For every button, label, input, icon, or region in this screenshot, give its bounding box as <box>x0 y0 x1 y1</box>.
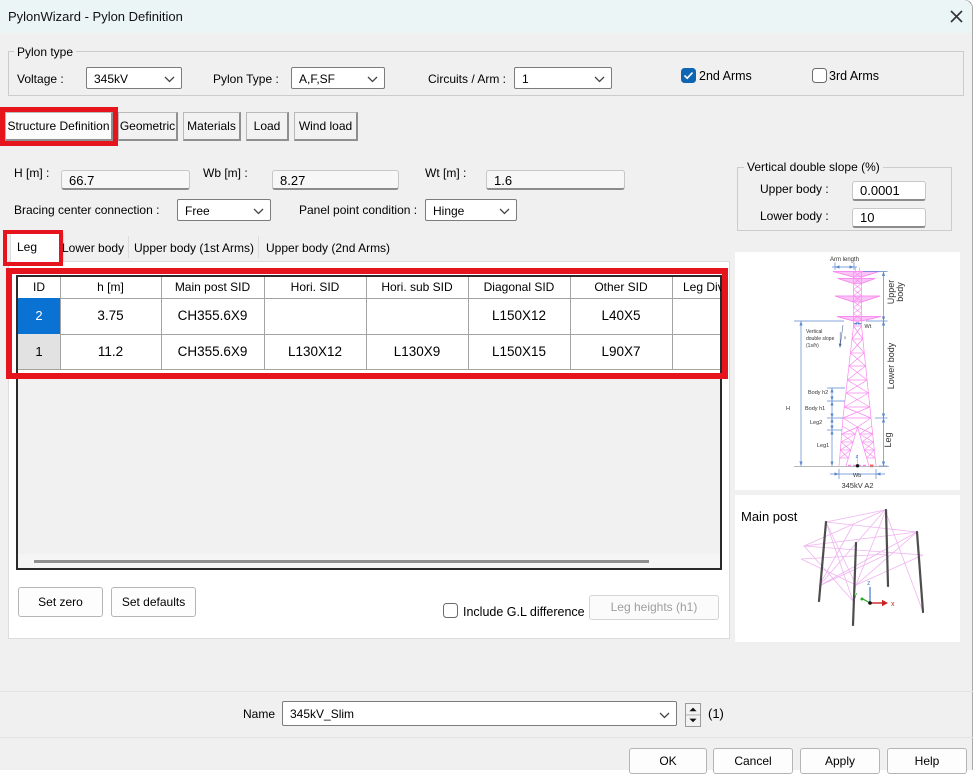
svg-text:z: z <box>867 580 871 587</box>
svg-text:Vertical: Vertical <box>806 329 822 335</box>
svg-text:Lower body: Lower body <box>886 342 896 389</box>
svg-text:Body h1: Body h1 <box>805 406 825 412</box>
svg-text:s: s <box>844 335 846 340</box>
svg-text:H: H <box>786 406 790 412</box>
svg-text:Y: Y <box>853 593 858 600</box>
svg-text:Leg1: Leg1 <box>817 443 829 449</box>
svg-text:Body h2: Body h2 <box>808 390 828 396</box>
svg-text:x: x <box>891 601 895 608</box>
svg-text:Wb: Wb <box>853 473 861 479</box>
svg-text:Arm length: Arm length <box>830 257 859 263</box>
svg-text:345kV A2: 345kV A2 <box>841 481 873 490</box>
svg-text:Leg2: Leg2 <box>810 420 822 426</box>
svg-text:(1s/h): (1s/h) <box>806 343 819 349</box>
svg-text:body: body <box>895 282 905 302</box>
svg-text:double slope: double slope <box>806 336 835 342</box>
svg-text:z: z <box>856 454 859 460</box>
svg-text:Wt: Wt <box>865 324 872 330</box>
svg-text:Leg: Leg <box>883 432 893 447</box>
